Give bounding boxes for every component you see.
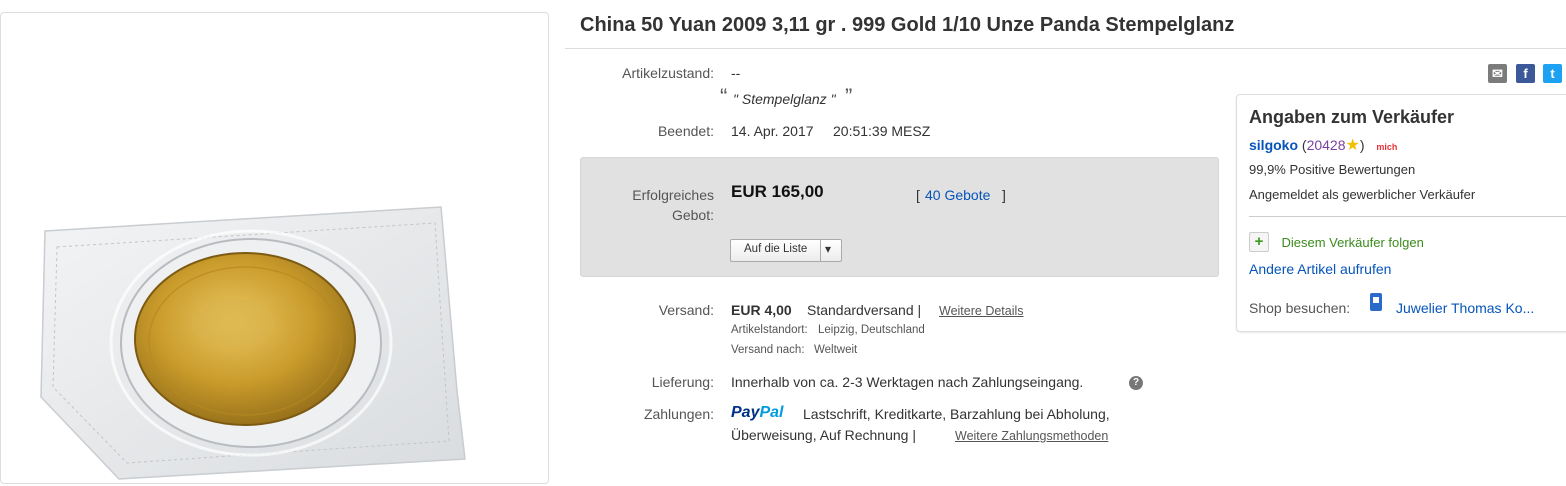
watchlist-label: Auf die Liste [744, 243, 808, 255]
chevron-down-icon[interactable]: ▾ [825, 242, 831, 256]
feedback-score-link[interactable]: 20428 [1307, 137, 1346, 153]
delivery-value: Innerhalb von ca. 2-3 Werktagen nach Zah… [731, 374, 1084, 390]
bids-bracket-close: ] [1002, 187, 1006, 203]
ships-to-value: Weltweit [814, 344, 858, 356]
bid-history-link[interactable]: 40 Gebote [925, 187, 990, 203]
ended-time: 20:51:39 MESZ [833, 123, 931, 139]
bids-bracket-open: [ [916, 187, 920, 203]
ended-date: 14. Apr. 2017 [731, 123, 814, 139]
shop-visit-label: Shop besuchen: [1249, 300, 1351, 316]
seller-name-link[interactable]: silgoko [1249, 137, 1298, 153]
shop-link[interactable]: Juwelier Thomas Ko... [1396, 300, 1534, 316]
store-icon [1370, 293, 1382, 311]
delivery-label: Lieferung: [651, 374, 714, 390]
other-items-link[interactable]: Andere Artikel aufrufen [1249, 261, 1391, 277]
winning-bid-price: EUR 165,00 [731, 182, 824, 201]
facebook-icon[interactable]: f [1516, 64, 1535, 83]
item-location: Leipzig, Deutschland [818, 324, 925, 336]
condition-description: " Stempelglanz " [733, 91, 836, 107]
seller-line: silgoko (20428★) mich [1249, 135, 1397, 155]
ended-label: Beendet: [657, 123, 714, 139]
paypal-logo: PayPal [731, 404, 783, 422]
item-title: China 50 Yuan 2009 3,11 gr . 999 Gold 1/… [580, 14, 1235, 36]
item-image-panel[interactable] [0, 12, 549, 484]
shipping-details-link[interactable]: Weitere Details [939, 304, 1024, 318]
me-badge[interactable]: mich [1376, 142, 1397, 152]
winning-bid-label-2: Gebot: [671, 207, 714, 223]
coin-in-capsule-image [40, 206, 466, 480]
condition-label: Artikelzustand: [622, 65, 714, 81]
item-photo[interactable] [39, 191, 469, 481]
shipping-price: EUR 4,00 [731, 302, 792, 318]
paypal-logo-pay: Pay [731, 404, 760, 421]
payment-methods-line1: Lastschrift, Kreditkarte, Barzahlung bei… [803, 406, 1110, 422]
help-icon[interactable]: ? [1129, 376, 1143, 390]
watchlist-divider [820, 240, 821, 261]
star-icon: ★ [1345, 137, 1360, 154]
follow-seller-label: Diesem Verkäufer folgen [1281, 234, 1424, 250]
shipping-method: Standardversand | [807, 302, 922, 318]
ships-to-label: Versand nach: [731, 344, 805, 356]
more-payment-methods-link[interactable]: Weitere Zahlungsmethoden [955, 429, 1108, 443]
title-divider [565, 48, 1566, 49]
feedback-paren-close: ) [1359, 137, 1365, 153]
quote-close-mark: ” [845, 84, 853, 109]
payments-label: Zahlungen: [643, 406, 714, 422]
watchlist-button[interactable]: Auf die Liste ▾ [730, 239, 842, 262]
follow-seller[interactable]: + Diesem Verkäufer folgen [1249, 232, 1424, 252]
positive-feedback: 99,9% Positive Bewertungen [1249, 162, 1416, 177]
condition-value: -- [731, 65, 741, 81]
twitter-icon[interactable]: t [1543, 64, 1562, 83]
item-location-label: Artikelstandort: [731, 324, 808, 336]
quote-open-mark: “ [720, 84, 728, 109]
business-seller-note: Angemeldet als gewerblicher Verkäufer [1249, 187, 1476, 202]
paypal-logo-pal: Pal [759, 404, 784, 421]
seller-info-panel: Angaben zum Verkäufer silgoko (20428★) m… [1236, 94, 1566, 332]
email-icon[interactable]: ✉ [1488, 64, 1507, 83]
winning-bid-label-1: Erfolgreiches [632, 187, 714, 203]
shipping-label: Versand: [658, 302, 714, 318]
payment-methods-line2: Überweisung, Auf Rechnung | [731, 427, 916, 443]
plus-icon: + [1249, 232, 1269, 252]
seller-divider [1249, 216, 1566, 217]
seller-heading: Angaben zum Verkäufer [1249, 107, 1455, 127]
